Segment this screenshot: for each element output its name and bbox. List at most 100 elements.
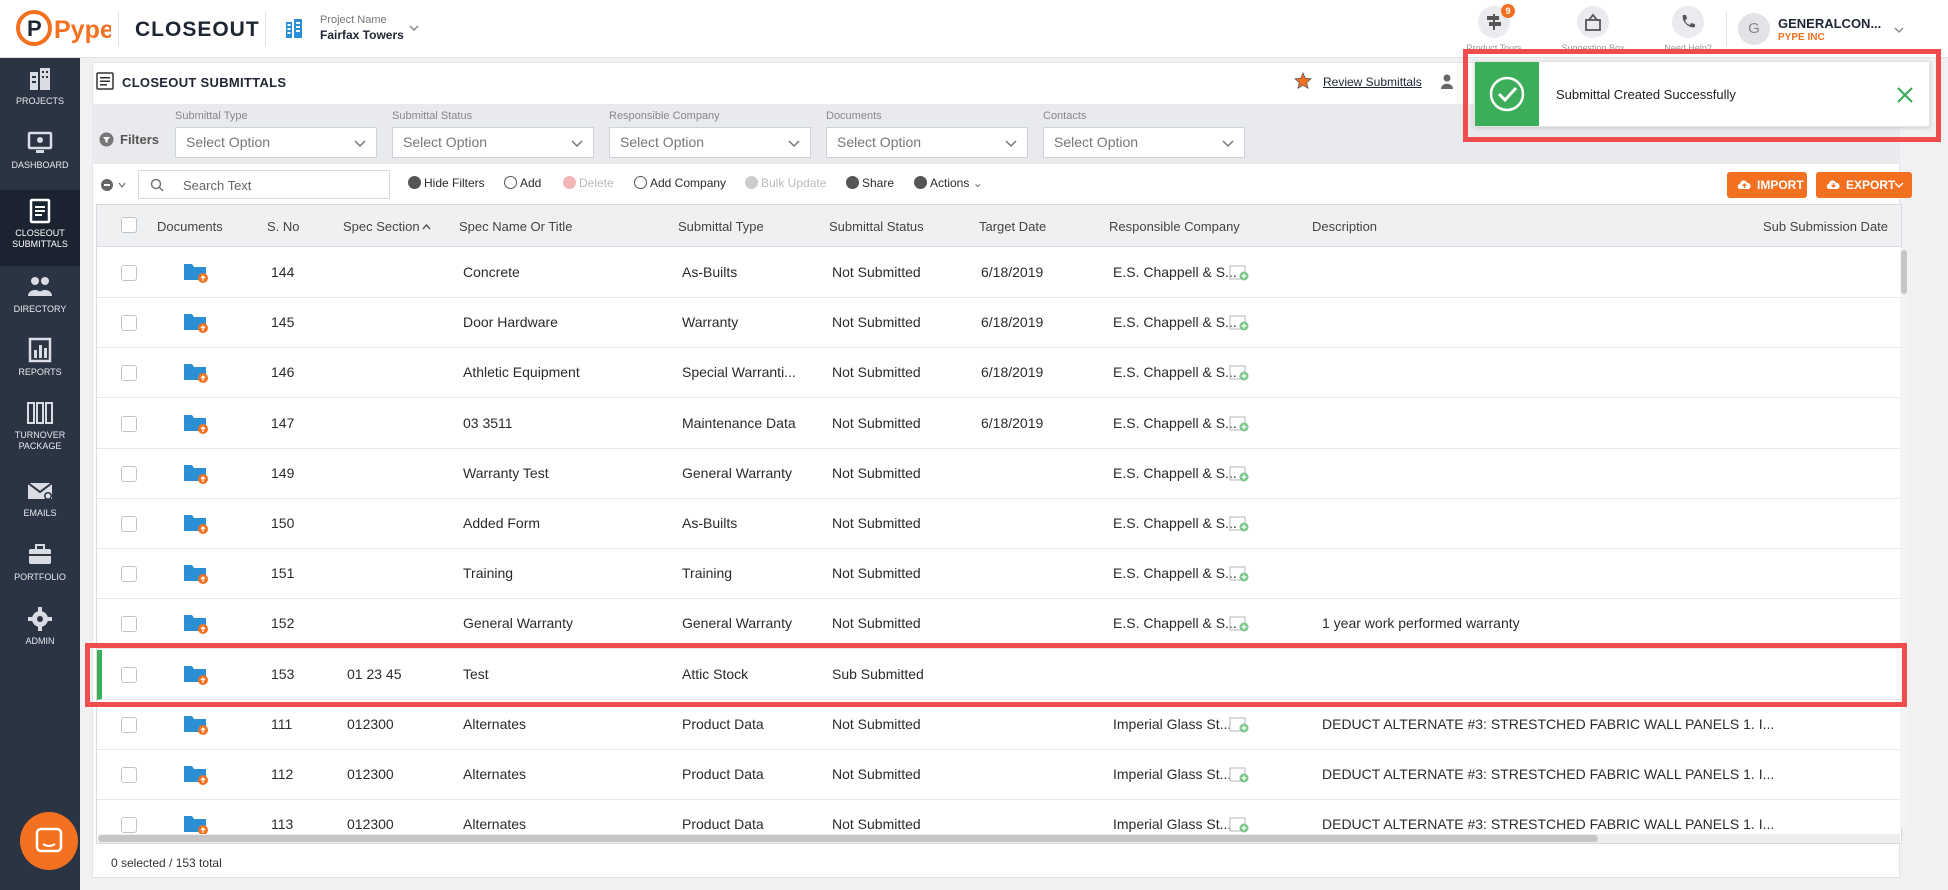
cell-responsible-company[interactable]: E.S. Chappell & S...	[1113, 615, 1237, 631]
add-contact-icon[interactable]	[1229, 766, 1249, 783]
delete-button[interactable]: Delete	[563, 176, 614, 190]
sidebar-item-emails[interactable]: EMAILS	[0, 478, 80, 540]
search-input[interactable]: Search Text	[138, 170, 390, 199]
cell-spec-name[interactable]: Alternates	[463, 766, 526, 782]
select-all-checkbox[interactable]	[121, 217, 137, 233]
suggestion-box-button[interactable]	[1577, 6, 1609, 38]
scroll-thumb[interactable]	[98, 835, 1598, 842]
cell-spec-name[interactable]: 03 3511	[463, 415, 513, 431]
cell-spec-name[interactable]: Door Hardware	[463, 314, 558, 330]
table-row[interactable]: 152 General Warranty General Warranty Not S…	[97, 599, 1901, 650]
sidebar-item-admin[interactable]: ADMIN	[0, 606, 80, 668]
cell-responsible-company[interactable]: E.S. Chappell & S...	[1113, 465, 1237, 481]
column-header-submittal-status[interactable]: Submittal Status	[829, 219, 924, 234]
row-checkbox[interactable]	[121, 817, 137, 834]
column-header-submittal-type[interactable]: Submittal Type	[678, 219, 764, 234]
table-row[interactable]: 149 Warranty Test General Warranty Not Subm…	[97, 449, 1901, 499]
cell-spec-name[interactable]: Alternates	[463, 816, 526, 832]
column-header-documents[interactable]: Documents	[157, 219, 223, 234]
responsible-company-select[interactable]: Select Option	[609, 127, 811, 158]
need-help-button[interactable]	[1672, 6, 1704, 38]
project-name[interactable]: Fairfax Towers	[320, 28, 404, 42]
vertical-scrollbar[interactable]	[1900, 248, 1908, 828]
chevron-down-icon[interactable]	[408, 22, 420, 34]
column-header-responsible-company[interactable]: Responsible Company	[1109, 219, 1240, 234]
table-row[interactable]: 147 03 3511 Maintenance Data Not Submitted 6…	[97, 399, 1901, 449]
row-checkbox[interactable]	[121, 465, 137, 482]
column-header-spec-name[interactable]: Spec Name Or Title	[459, 219, 572, 234]
add-contact-icon[interactable]	[1229, 565, 1249, 582]
folder-upload-icon[interactable]	[183, 812, 209, 836]
cell-spec-name[interactable]: Athletic Equipment	[463, 364, 580, 380]
cell-spec-name[interactable]: Added Form	[463, 515, 540, 531]
cell-responsible-company[interactable]: E.S. Chappell & S...	[1113, 364, 1237, 380]
review-submittals-link[interactable]: Review Submittals	[1323, 75, 1422, 89]
scroll-thumb[interactable]	[1901, 250, 1907, 294]
row-checkbox[interactable]	[121, 566, 137, 583]
table-row[interactable]: 150 Added Form As-Builts Not Submitted E.S. …	[97, 499, 1901, 549]
cell-spec-name[interactable]: Alternates	[463, 716, 526, 732]
sidebar-item-portfolio[interactable]: PORTFOLIO	[0, 542, 80, 604]
cell-responsible-company[interactable]: Imperial Glass St...	[1113, 766, 1231, 782]
cell-spec-name[interactable]: Warranty Test	[463, 465, 549, 481]
folder-upload-icon[interactable]	[183, 360, 209, 384]
folder-upload-icon[interactable]	[183, 310, 209, 334]
add-contact-icon[interactable]	[1229, 364, 1249, 381]
column-header-sub-submission-date[interactable]: Sub Submission Date	[1763, 219, 1888, 234]
sidebar-item-directory[interactable]: DIRECTORY	[0, 274, 80, 336]
cell-spec-name[interactable]: Training	[463, 565, 513, 581]
select-menu-button[interactable]	[100, 178, 130, 195]
sidebar-item-closeout-submittals[interactable]: CLOSEOUT SUBMITTALS	[0, 190, 80, 266]
cell-responsible-company[interactable]: E.S. Chappell & S...	[1113, 515, 1237, 531]
cell-spec-name[interactable]: Concrete	[463, 264, 520, 280]
horizontal-scrollbar[interactable]	[98, 834, 1900, 843]
add-contact-icon[interactable]	[1229, 415, 1249, 432]
sort-ascending-icon[interactable]	[422, 223, 431, 230]
contacts-select[interactable]: Select Option	[1043, 127, 1245, 158]
table-row[interactable]: 146 Athletic Equipment Special Warranti...…	[97, 348, 1901, 399]
column-header-sno[interactable]: S. No	[267, 219, 300, 234]
row-checkbox[interactable]	[121, 265, 137, 281]
column-header-description[interactable]: Description	[1312, 219, 1377, 234]
product-tours-button[interactable]: 9	[1478, 4, 1515, 38]
sidebar-item-projects[interactable]: PROJECTS	[0, 66, 80, 128]
add-contact-icon[interactable]	[1229, 515, 1249, 532]
add-contact-icon[interactable]	[1229, 816, 1249, 833]
cell-responsible-company[interactable]: E.S. Chappell & S...	[1113, 415, 1237, 431]
row-checkbox[interactable]	[121, 616, 137, 633]
user-name[interactable]: GENERALCON...	[1778, 16, 1886, 31]
documents-select[interactable]: Select Option	[826, 127, 1028, 158]
row-checkbox[interactable]	[121, 315, 137, 332]
sidebar-item-reports[interactable]: REPORTS	[0, 337, 80, 399]
folder-upload-icon[interactable]	[183, 712, 209, 736]
bulk-update-button[interactable]: Bulk Update	[745, 176, 826, 190]
chat-help-button[interactable]	[20, 812, 78, 870]
sidebar-item-dashboard[interactable]: DASHBOARD	[0, 130, 80, 192]
cell-responsible-company[interactable]: E.S. Chappell & S...	[1113, 565, 1237, 581]
cell-spec-name[interactable]: General Warranty	[463, 615, 573, 631]
close-icon[interactable]	[1895, 85, 1915, 105]
avatar[interactable]: G	[1738, 13, 1770, 45]
folder-upload-icon[interactable]	[183, 762, 209, 786]
row-checkbox[interactable]	[121, 415, 137, 432]
folder-upload-icon[interactable]	[183, 260, 209, 284]
add-contact-icon[interactable]	[1229, 314, 1249, 331]
pype-logo[interactable]: P Pype	[16, 8, 111, 48]
folder-upload-icon[interactable]	[183, 411, 209, 435]
chevron-down-icon[interactable]	[1893, 24, 1905, 36]
submittal-type-select[interactable]: Select Option	[175, 127, 377, 158]
submittal-status-select[interactable]: Select Option	[392, 127, 594, 158]
table-row[interactable]: 112 012300 Alternates Product Data Not Submi…	[97, 750, 1901, 800]
add-contact-icon[interactable]	[1229, 716, 1249, 733]
cell-responsible-company[interactable]: Imperial Glass St...	[1113, 816, 1231, 832]
add-button[interactable]: Add	[504, 176, 541, 190]
column-header-spec-section[interactable]: Spec Section	[343, 219, 420, 234]
table-row[interactable]: 111 012300 Alternates Product Data Not Submi…	[97, 700, 1901, 750]
add-company-button[interactable]: Add Company	[634, 176, 726, 190]
import-button[interactable]: IMPORT	[1727, 172, 1807, 198]
cell-responsible-company[interactable]: E.S. Chappell & S...	[1113, 314, 1237, 330]
table-row[interactable]: 145 Door Hardware Warranty Not Submitted 6/1…	[97, 298, 1901, 349]
row-checkbox[interactable]	[121, 767, 137, 783]
folder-upload-icon[interactable]	[183, 611, 209, 635]
add-contact-icon[interactable]	[1229, 465, 1249, 482]
